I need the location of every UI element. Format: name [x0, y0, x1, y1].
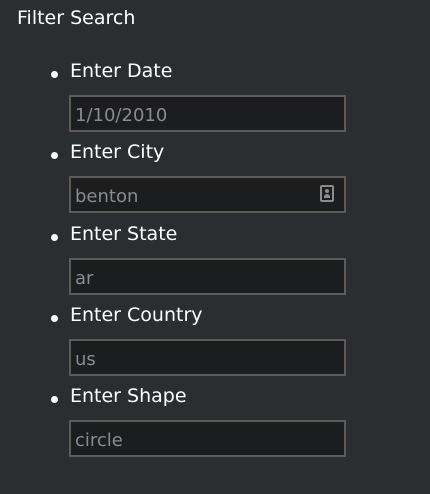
- state-input[interactable]: [69, 258, 346, 295]
- list-bullet: [51, 396, 58, 403]
- country-label: Enter Country: [70, 304, 203, 326]
- list-bullet: [51, 315, 58, 322]
- date-input[interactable]: [69, 95, 346, 132]
- country-field-item: Enter Country: [0, 302, 430, 382]
- state-field-item: Enter State: [0, 221, 430, 301]
- city-field-item: Enter City: [0, 139, 430, 219]
- country-input[interactable]: [69, 339, 346, 376]
- shape-label: Enter Shape: [70, 385, 187, 407]
- contact-card-icon[interactable]: [320, 185, 334, 202]
- state-label: Enter State: [70, 223, 178, 245]
- panel-title: Filter Search: [17, 7, 136, 29]
- city-label: Enter City: [70, 141, 165, 163]
- list-bullet: [51, 234, 58, 241]
- list-bullet: [51, 152, 58, 159]
- date-field-item: Enter Date: [0, 58, 430, 138]
- date-label: Enter Date: [70, 60, 173, 82]
- shape-input[interactable]: [69, 420, 346, 457]
- shape-field-item: Enter Shape: [0, 383, 430, 463]
- city-input[interactable]: [69, 176, 346, 213]
- list-bullet: [51, 71, 58, 78]
